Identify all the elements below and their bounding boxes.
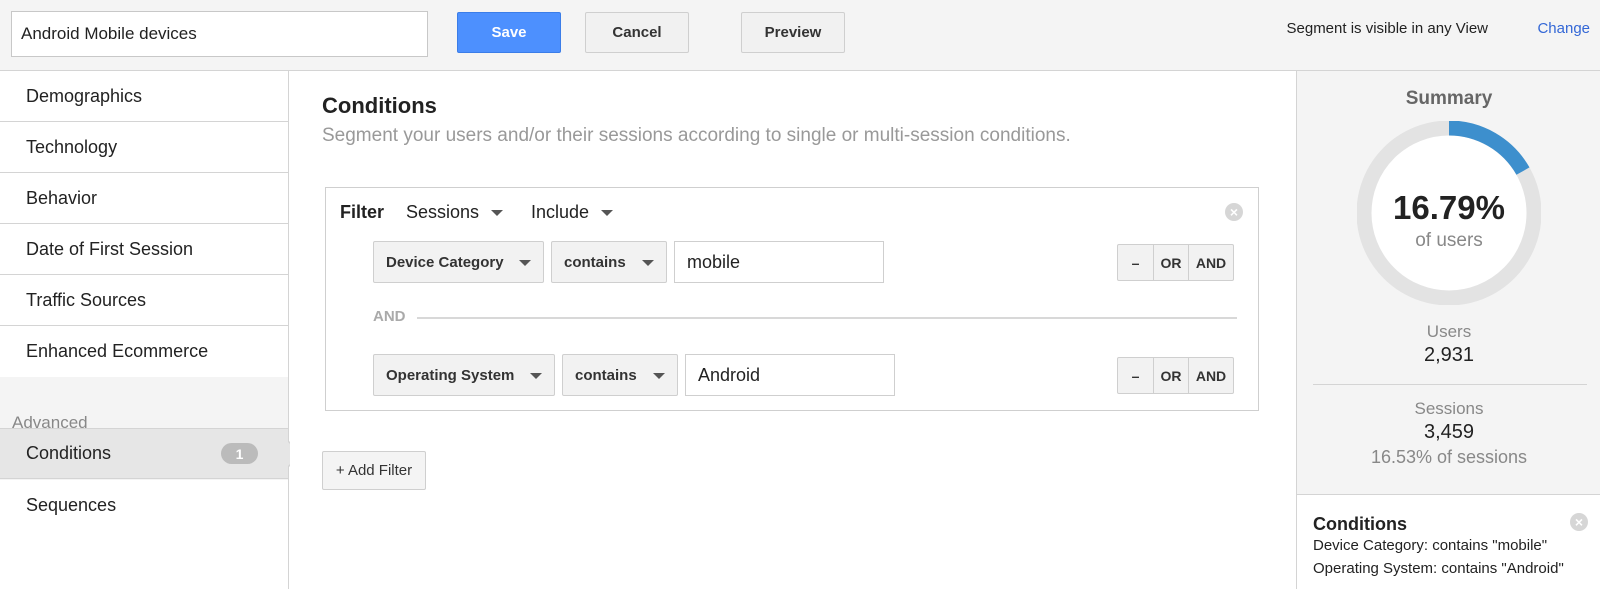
and-connector-line	[417, 317, 1237, 319]
and-button[interactable]: AND	[1188, 245, 1233, 280]
sidebar-item-conditions[interactable]: Conditions 1	[0, 428, 288, 479]
include-value: Include	[531, 202, 590, 222]
sidebar-item-label: Enhanced Ecommerce	[26, 341, 209, 361]
caret-down-icon	[491, 210, 504, 217]
or-button[interactable]: OR	[1153, 245, 1188, 280]
caret-down-icon	[519, 260, 531, 266]
or-button[interactable]: OR	[1153, 358, 1188, 393]
page-title: Conditions	[322, 93, 437, 118]
caret-down-icon	[653, 373, 665, 379]
condition-actions-1: – OR AND	[1117, 244, 1234, 281]
conditions-summary: Conditions × Device Category: contains "…	[1297, 494, 1600, 589]
users-value: 2,931	[1423, 344, 1475, 366]
condition-actions-2: – OR AND	[1117, 357, 1234, 394]
change-visibility-link[interactable]: Change	[1537, 20, 1590, 37]
filter-box: Filter Sessions Include × Device Categor…	[325, 187, 1259, 411]
users-label: Users	[1426, 322, 1472, 341]
sidebar-item-label: Demographics	[26, 85, 143, 106]
users-percentage-label: of users	[1415, 230, 1483, 251]
dimension-value: Operating System	[386, 366, 515, 384]
visibility-text: Segment is visible in any View	[1286, 20, 1489, 37]
conditions-summary-title: Conditions	[1313, 514, 1407, 534]
preview-button[interactable]: Preview	[741, 12, 845, 53]
conditions-count-badge: 1	[221, 443, 258, 464]
sessions-label: Sessions	[1414, 399, 1484, 418]
summary-title: Summary	[1405, 88, 1493, 109]
segment-name-input[interactable]	[11, 11, 428, 57]
sidebar-item-label: Date of First Session	[26, 238, 194, 259]
caret-down-icon	[601, 210, 614, 217]
condition-value-input-1[interactable]	[674, 241, 884, 283]
sidebar-item-demographics[interactable]: Demographics	[0, 71, 288, 122]
scope-dropdown[interactable]: Sessions	[406, 202, 504, 223]
users-percentage: 16.79%	[1393, 189, 1505, 226]
main-content: Conditions Segment your users and/or the…	[290, 71, 1296, 589]
page-subtitle: Segment your users and/or their sessions…	[322, 125, 1071, 146]
remove-filter-icon[interactable]: ×	[1225, 203, 1243, 221]
include-dropdown[interactable]: Include	[531, 202, 614, 223]
operator-value: contains	[564, 253, 626, 271]
conditions-summary-line: Device Category: contains "mobile"	[1313, 537, 1548, 554]
sidebar-item-technology[interactable]: Technology	[0, 122, 288, 173]
add-filter-button[interactable]: + Add Filter	[322, 451, 426, 490]
and-button[interactable]: AND	[1188, 358, 1233, 393]
operator-dropdown-1[interactable]: contains	[551, 241, 667, 283]
scope-value: Sessions	[406, 202, 480, 222]
sidebar-item-traffic-sources[interactable]: Traffic Sources	[0, 275, 288, 326]
sidebar-item-label: Technology	[26, 136, 118, 157]
and-connector-label: AND	[373, 308, 406, 325]
condition-value-input-2[interactable]	[685, 354, 895, 396]
sidebar-item-label: Sequences	[26, 495, 117, 515]
sessions-percentage: 16.53% of sessions	[1370, 447, 1528, 467]
sidebar-item-label: Behavior	[26, 187, 98, 208]
caret-down-icon	[530, 373, 542, 379]
save-button[interactable]: Save	[457, 12, 561, 53]
dimension-dropdown-2[interactable]: Operating System	[373, 354, 555, 396]
sidebar: Demographics Technology Behavior Date of…	[0, 71, 289, 589]
cancel-button[interactable]: Cancel	[585, 12, 689, 53]
sidebar-item-behavior[interactable]: Behavior	[0, 173, 288, 224]
filter-label: Filter	[340, 202, 385, 222]
top-bar: Save Cancel Preview Segment is visible i…	[0, 0, 1600, 71]
operator-value: contains	[575, 366, 637, 384]
summary-panel: Summary 16.79% of users Users 2,931 Sess…	[1296, 71, 1600, 589]
sidebar-item-label: Conditions	[26, 443, 112, 463]
sidebar-item-date-of-first-session[interactable]: Date of First Session	[0, 224, 288, 275]
dimension-dropdown-1[interactable]: Device Category	[373, 241, 544, 283]
remove-condition-button[interactable]: –	[1118, 358, 1153, 393]
sessions-value: 3,459	[1423, 421, 1475, 443]
sidebar-item-label: Traffic Sources	[26, 289, 147, 310]
remove-conditions-icon[interactable]: ×	[1570, 513, 1588, 531]
summary-divider	[1313, 384, 1587, 385]
operator-dropdown-2[interactable]: contains	[562, 354, 678, 396]
sidebar-bottom-area	[0, 531, 288, 589]
sidebar-item-sequences[interactable]: Sequences	[0, 480, 288, 531]
remove-condition-button[interactable]: –	[1118, 245, 1153, 280]
caret-down-icon	[642, 260, 654, 266]
conditions-summary-line: Operating System: contains "Android"	[1313, 560, 1564, 577]
dimension-value: Device Category	[386, 253, 504, 271]
sidebar-item-enhanced-ecommerce[interactable]: Enhanced Ecommerce	[0, 326, 288, 377]
